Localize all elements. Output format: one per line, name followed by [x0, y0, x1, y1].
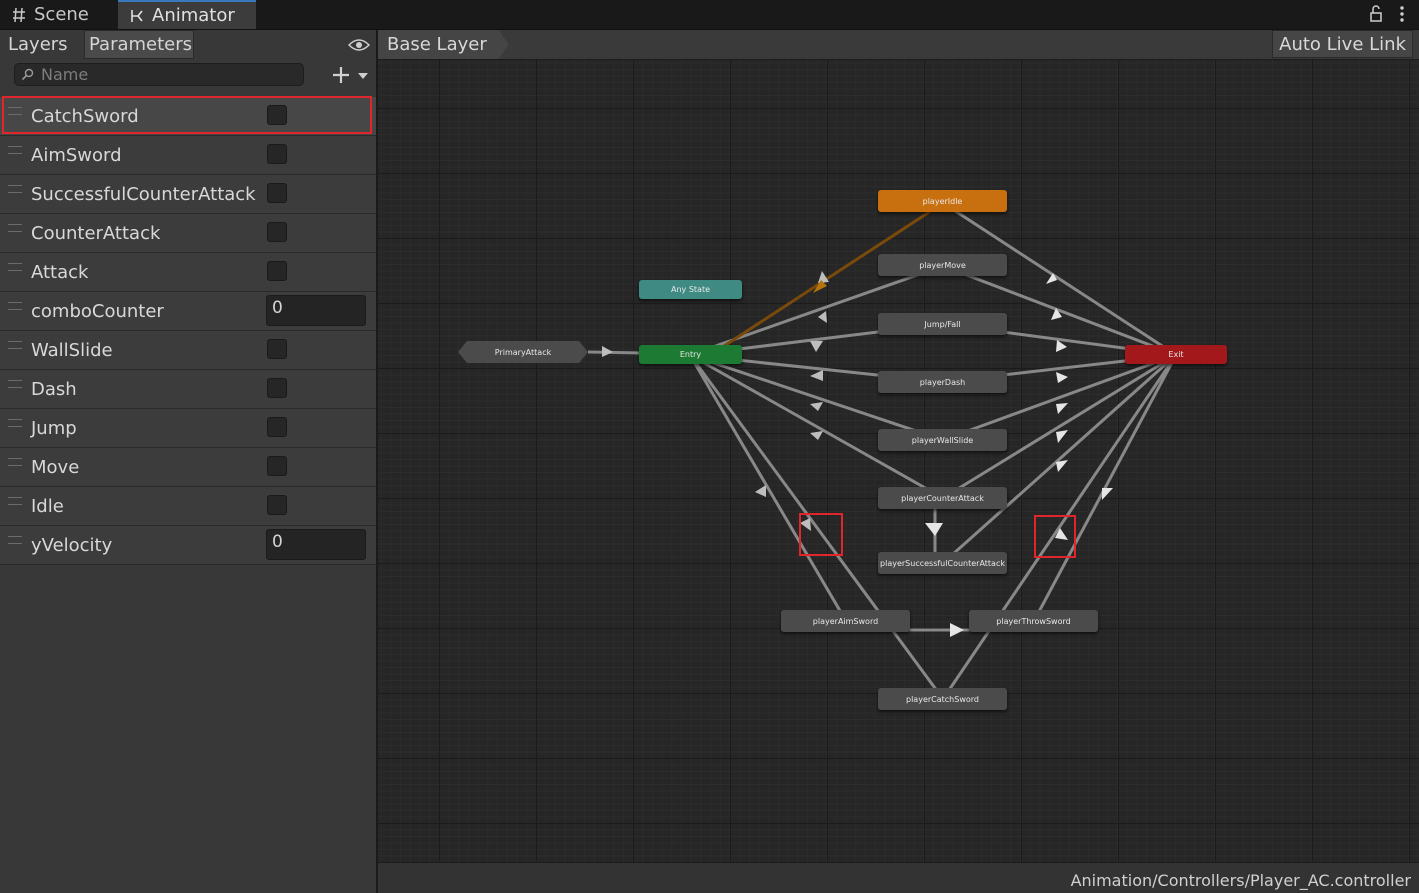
tab-scene-label: Scene [34, 4, 89, 25]
parameter-row-combocounter[interactable]: comboCounter 0 [0, 292, 376, 331]
state-player-move[interactable]: playerMove [878, 254, 1007, 276]
drag-handle-icon[interactable] [8, 341, 22, 349]
state-player-successful-counterattack[interactable]: playerSuccessfulCounterAttack [878, 552, 1007, 574]
tab-parameters[interactable]: Parameters [84, 30, 194, 59]
grid-icon [13, 7, 25, 22]
parameter-name: comboCounter [31, 301, 164, 322]
drag-handle-icon[interactable] [8, 185, 22, 193]
parameter-row-catchsword[interactable]: CatchSword [0, 97, 376, 136]
drag-handle-icon[interactable] [8, 263, 22, 271]
drag-handle-icon[interactable] [8, 458, 22, 466]
parameter-list: CatchSword AimSword SuccessfulCounterAtt… [0, 97, 376, 565]
parameter-name: Jump [31, 418, 77, 439]
drag-handle-icon[interactable] [8, 497, 22, 505]
breadcrumb-base-layer[interactable]: Base Layer [378, 30, 509, 59]
parameter-row-attack[interactable]: Attack [0, 253, 376, 292]
state-player-counterattack[interactable]: playerCounterAttack [878, 487, 1007, 509]
parameter-name: Dash [31, 379, 77, 400]
graph-toolbar: Base Layer Auto Live Link [378, 30, 1419, 60]
drag-handle-icon[interactable] [8, 536, 22, 544]
drag-handle-icon[interactable] [8, 146, 22, 154]
drag-handle-icon[interactable] [8, 302, 22, 310]
lock-icon[interactable] [1369, 4, 1383, 24]
tab-animator[interactable]: Animator [118, 0, 256, 29]
bool-checkbox[interactable] [267, 456, 287, 476]
state-player-wallslide[interactable]: playerWallSlide [878, 429, 1007, 451]
window-tab-bar: Scene Animator [0, 0, 1419, 30]
parameter-row-dash[interactable]: Dash [0, 370, 376, 409]
parameter-row-move[interactable]: Move [0, 448, 376, 487]
animator-icon [131, 9, 143, 22]
tab-animator-label: Animator [152, 5, 235, 26]
bool-checkbox[interactable] [267, 339, 287, 359]
parameter-name: WallSlide [31, 340, 113, 361]
bool-checkbox[interactable] [267, 105, 287, 125]
bool-checkbox[interactable] [267, 222, 287, 242]
parameter-name: Move [31, 457, 80, 478]
parameter-row-jump[interactable]: Jump [0, 409, 376, 448]
transitions-layer [587, 201, 1178, 700]
parameter-row-aimsword[interactable]: AimSword [0, 136, 376, 175]
controller-path: Animation/Controllers/Player_AC.controll… [1070, 871, 1411, 890]
bool-checkbox[interactable] [267, 144, 287, 164]
state-player-idle[interactable]: playerIdle [878, 190, 1007, 212]
drag-handle-icon[interactable] [8, 380, 22, 388]
state-player-dash[interactable]: playerDash [878, 371, 1007, 393]
add-parameter-button[interactable] [330, 64, 370, 86]
bool-checkbox[interactable] [267, 495, 287, 515]
search-icon [21, 68, 34, 81]
drag-handle-icon[interactable] [8, 107, 22, 115]
drag-handle-icon[interactable] [8, 419, 22, 427]
state-machine-graph[interactable]: playerIdle playerMove Jump/Fall playerDa… [378, 60, 1419, 863]
drag-handle-icon[interactable] [8, 224, 22, 232]
bool-checkbox[interactable] [267, 183, 287, 203]
parameter-search [14, 63, 304, 86]
bool-checkbox[interactable] [267, 417, 287, 437]
state-player-throwsword[interactable]: playerThrowSword [969, 610, 1098, 632]
parameter-row-yvelocity[interactable]: yVelocity 0 [0, 526, 376, 565]
state-player-aimsword[interactable]: playerAimSword [781, 610, 910, 632]
parameter-row-counterattack[interactable]: CounterAttack [0, 214, 376, 253]
state-jump-fall[interactable]: Jump/Fall [878, 313, 1007, 335]
parameter-name: Attack [31, 262, 89, 283]
parameter-row-successfulcounterattack[interactable]: SuccessfulCounterAttack [0, 175, 376, 214]
state-exit[interactable]: Exit [1125, 345, 1227, 364]
int-value-field[interactable]: 0 [266, 295, 366, 326]
auto-live-link-button[interactable]: Auto Live Link [1272, 30, 1413, 58]
parameter-row-wallslide[interactable]: WallSlide [0, 331, 376, 370]
tab-layers[interactable]: Layers [8, 30, 80, 59]
eye-icon[interactable] [348, 38, 370, 52]
tab-scene[interactable]: Scene [0, 0, 118, 29]
parameter-name: SuccessfulCounterAttack [31, 184, 256, 205]
more-options-icon[interactable] [1395, 4, 1409, 24]
float-value-field[interactable]: 0 [266, 529, 366, 560]
parameter-row-idle[interactable]: Idle [0, 487, 376, 526]
parameter-name: Idle [31, 496, 64, 517]
bool-checkbox[interactable] [267, 378, 287, 398]
parameter-name: AimSword [31, 145, 122, 166]
parameter-name: CounterAttack [31, 223, 161, 244]
state-any-state[interactable]: Any State [639, 280, 742, 299]
state-machine-primary-attack[interactable]: PrimaryAttack [458, 341, 588, 363]
state-entry[interactable]: Entry [639, 345, 742, 364]
search-input[interactable] [41, 64, 291, 85]
state-player-catchsword[interactable]: playerCatchSword [878, 688, 1007, 710]
animator-graph-view: Base Layer Auto Live Link playerIdle pla… [378, 30, 1419, 893]
parameters-panel: Layers Parameters CatchSword AimSword [0, 30, 378, 893]
status-bar: Animation/Controllers/Player_AC.controll… [378, 862, 1419, 893]
bool-checkbox[interactable] [267, 261, 287, 281]
parameter-name: CatchSword [31, 106, 139, 127]
parameter-name: yVelocity [31, 535, 113, 556]
